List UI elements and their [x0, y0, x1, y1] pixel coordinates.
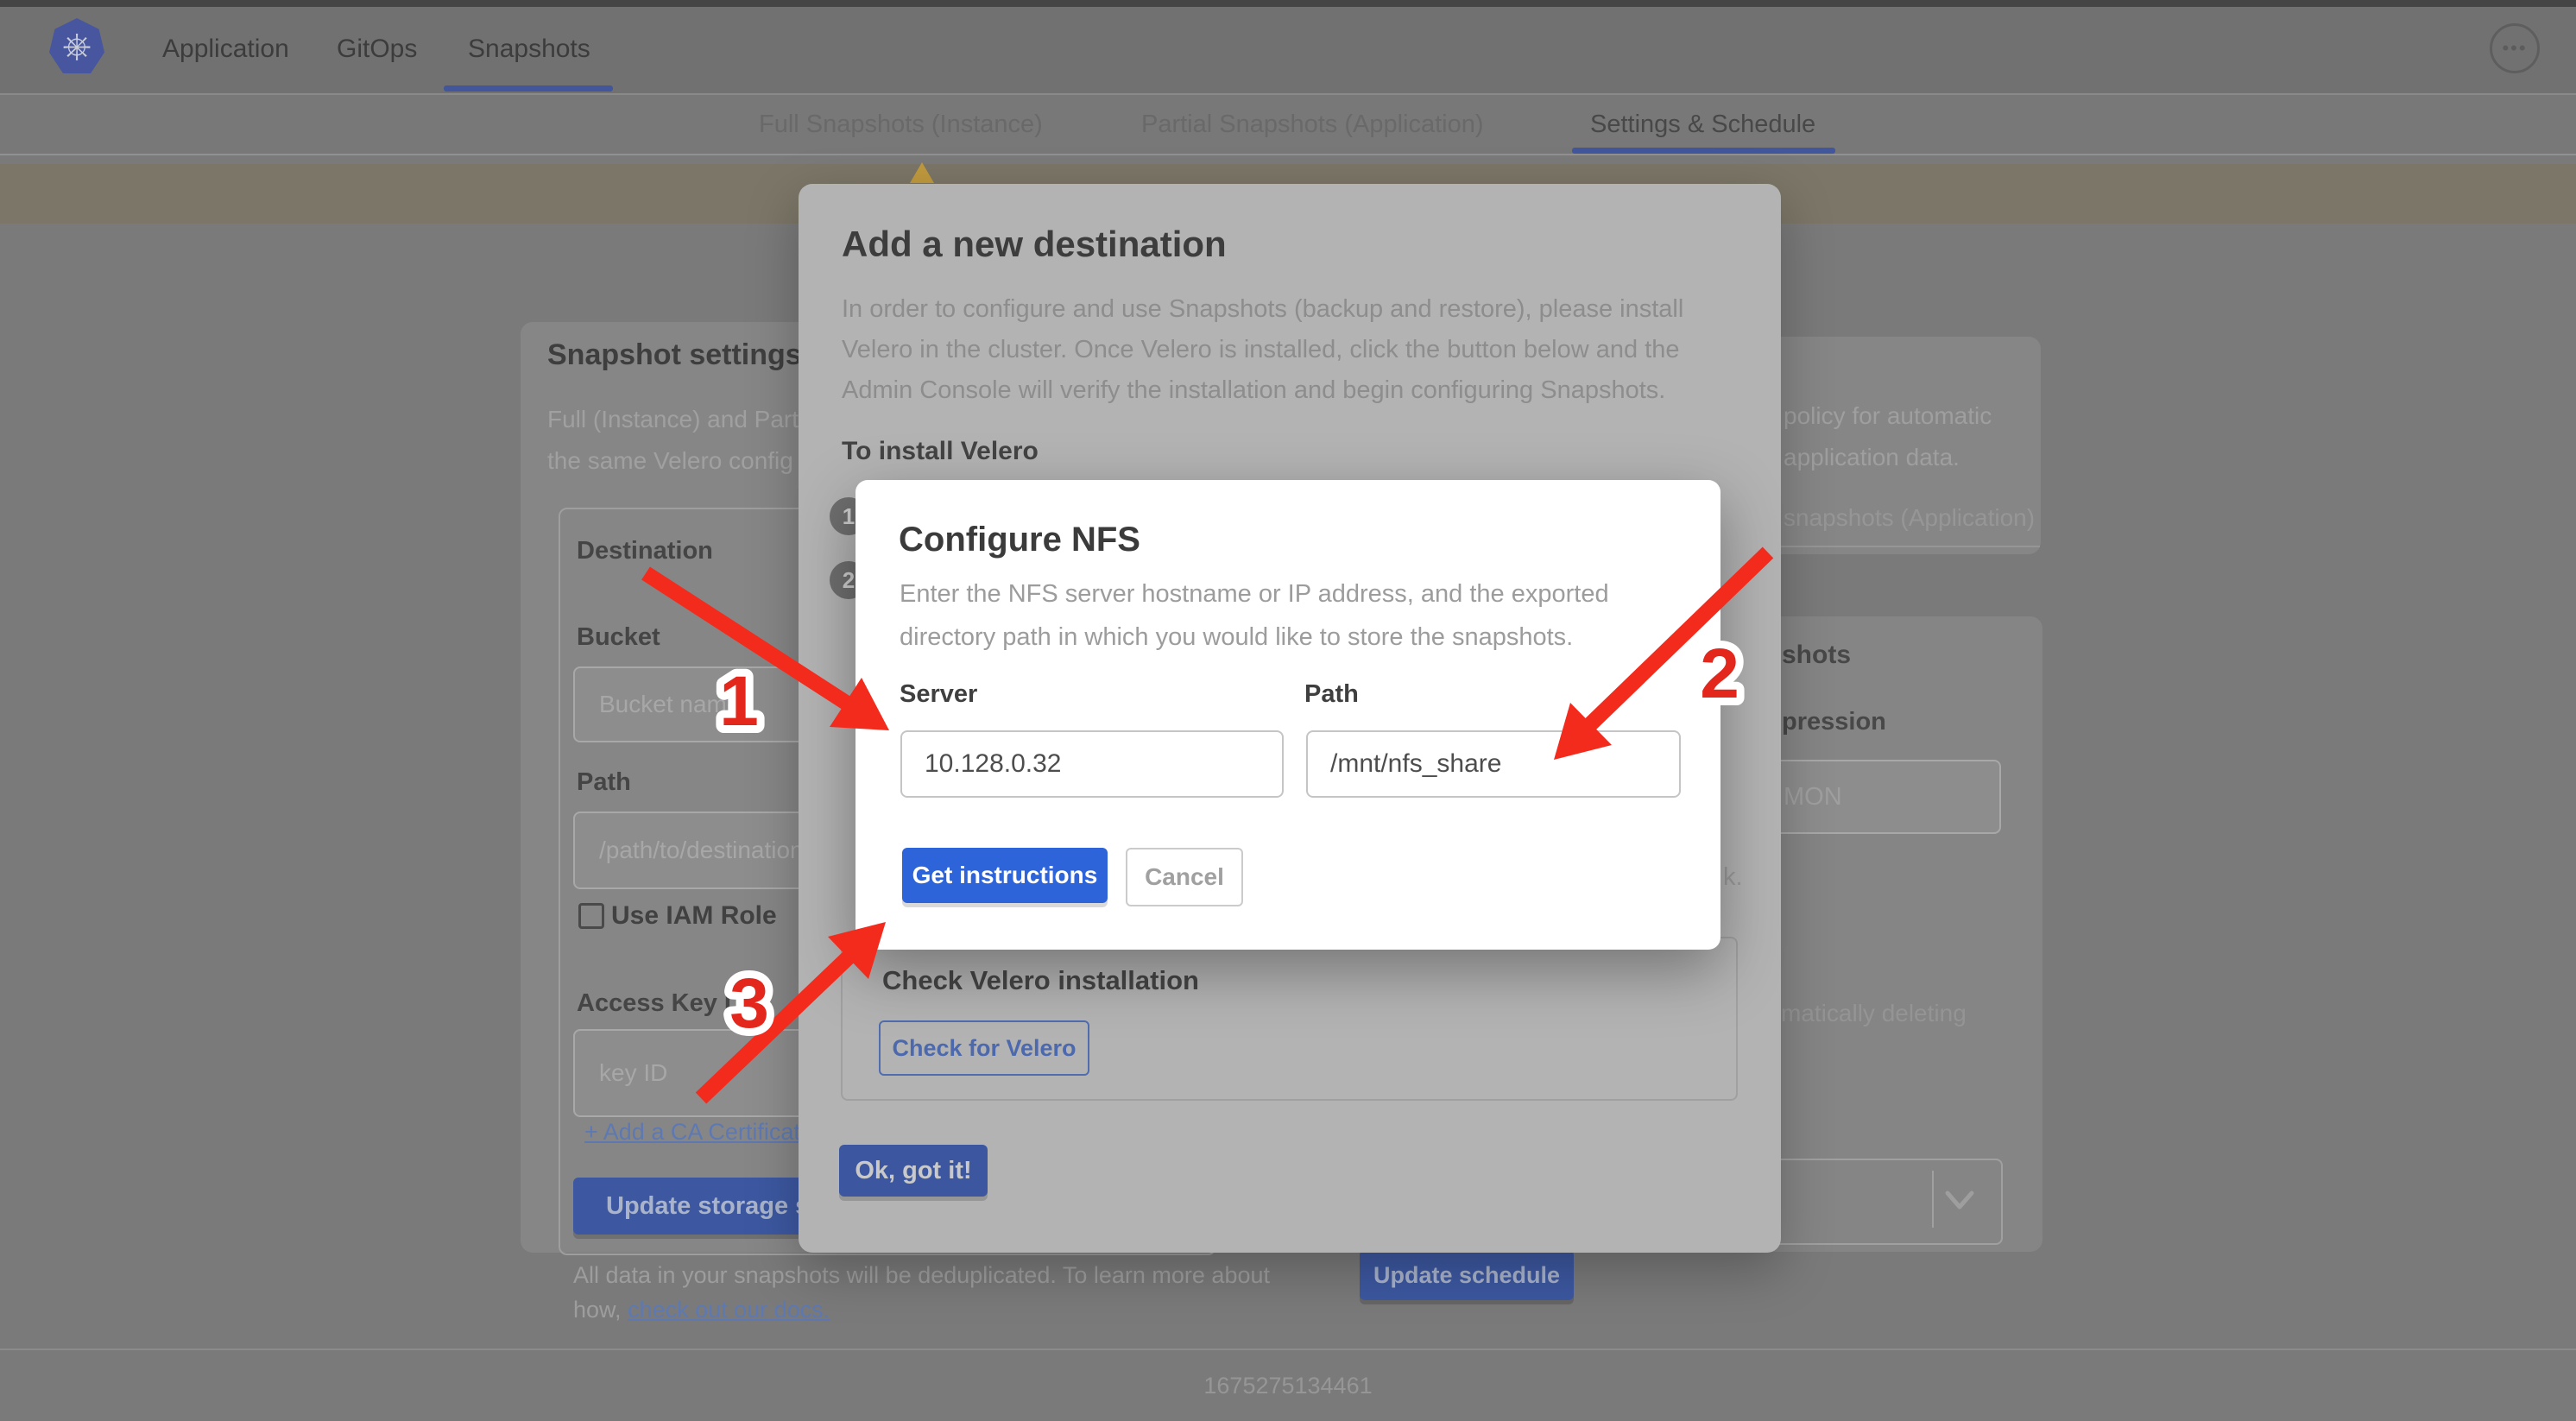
nfs-desc-line2: directory path in which you would like t… [900, 623, 1573, 652]
check-for-velero-button[interactable]: Check for Velero [879, 1020, 1089, 1076]
bucket-placeholder: Bucket name [599, 691, 740, 718]
subnav-tab-settings-schedule[interactable]: Settings & Schedule [1590, 111, 1815, 139]
nfs-path-input[interactable]: /mnt/nfs_share [1306, 730, 1681, 798]
schedule-info-fragment-1: policy for automatic [1784, 402, 1992, 430]
check-for-velero-label: Check for Velero [892, 1035, 1076, 1062]
nfs-path-label: Path [1304, 680, 1359, 709]
ellipsis-icon: ••• [2502, 37, 2527, 60]
subnav-tab-partial-snapshots[interactable]: Partial Snapshots (Application) [1141, 111, 1484, 139]
settings-desc-line2: the same Velero config [547, 447, 793, 475]
nfs-path-value: /mnt/nfs_share [1330, 749, 1501, 779]
to-install-velero-heading: To install Velero [842, 437, 1039, 466]
bucket-label: Bucket [577, 623, 660, 652]
add-destination-body-line3: Admin Console will verify the installati… [842, 376, 1665, 405]
destination-label: Destination [577, 537, 713, 565]
dest-path-label: Path [577, 768, 631, 797]
admin-console-page: ⎈ Application GitOps Snapshots ••• Full … [0, 0, 2576, 1421]
add-ca-certificate-link[interactable]: + Add a CA Certificate [584, 1119, 813, 1146]
ok-got-it-button[interactable]: Ok, got it! [839, 1145, 988, 1197]
nav-tab-gitops[interactable]: GitOps [337, 35, 417, 64]
schedule-info-fragment-2: application data. [1784, 444, 1960, 471]
subnav-tab-full-snapshots[interactable]: Full Snapshots (Instance) [759, 111, 1043, 139]
ok-got-it-label: Ok, got it! [855, 1157, 971, 1185]
warning-icon [910, 162, 934, 183]
footer-divider [0, 1348, 2576, 1350]
active-subtab-underline [1572, 148, 1835, 154]
occluded-text-fragment: k. [1723, 863, 1743, 892]
get-instructions-label: Get instructions [912, 862, 1098, 889]
cancel-button[interactable]: Cancel [1126, 848, 1243, 906]
nav-tab-snapshots[interactable]: Snapshots [468, 35, 590, 64]
update-schedule-label: Update schedule [1373, 1262, 1560, 1289]
schedule-tab-fragment[interactable]: snapshots (Application) [1784, 504, 2035, 532]
iam-role-label: Use IAM Role [611, 901, 777, 931]
dedup-note-prefix: how, [573, 1297, 628, 1323]
docs-link[interactable]: check out our docs. [628, 1297, 830, 1323]
dest-path-placeholder: /path/to/destination [599, 837, 804, 864]
active-tab-underline [444, 85, 613, 92]
cancel-label: Cancel [1145, 863, 1224, 891]
get-instructions-button[interactable]: Get instructions [902, 848, 1108, 903]
retention-note-fragment: matically deleting [1781, 1000, 1967, 1027]
nav-tab-application[interactable]: Application [162, 35, 289, 64]
nfs-server-value: 10.128.0.32 [925, 749, 1061, 779]
add-destination-title: Add a new destination [842, 224, 1227, 265]
nfs-server-label: Server [900, 680, 977, 709]
chevron-down-icon [1941, 1184, 1979, 1216]
schedule-tab-underline [1781, 546, 2040, 547]
update-schedule-button[interactable]: Update schedule [1360, 1250, 1574, 1300]
cron-expression-label-fragment: pression [1782, 708, 1886, 736]
nfs-server-input[interactable]: 10.128.0.32 [900, 730, 1284, 798]
nfs-desc-line1: Enter the NFS server hostname or IP addr… [900, 580, 1609, 609]
cron-expression-value-fragment: MON [1784, 783, 1842, 812]
select-divider [1932, 1171, 1934, 1228]
settings-desc-line1: Full (Instance) and Part [547, 406, 799, 433]
window-top-strip [0, 0, 2576, 7]
snapshots-heading-fragment: shots [1782, 641, 1851, 670]
check-velero-title: Check Velero installation [882, 965, 1199, 996]
snapshot-settings-title: Snapshot settings [547, 338, 802, 372]
configure-nfs-title: Configure NFS [899, 521, 1140, 559]
dedup-note-line1: All data in your snapshots will be dedup… [573, 1262, 1270, 1289]
footer-timestamp: 1675275134461 [1115, 1373, 1461, 1399]
dedup-note-line2: how, check out our docs. [573, 1297, 830, 1323]
overflow-menu-button[interactable]: ••• [2490, 23, 2540, 73]
add-destination-body-line2: Velero in the cluster. Once Velero is in… [842, 336, 1679, 364]
access-key-placeholder: key ID [599, 1059, 667, 1087]
check-velero-section [841, 937, 1738, 1101]
add-destination-body-line1: In order to configure and use Snapshots … [842, 295, 1683, 324]
iam-role-checkbox[interactable] [578, 903, 604, 929]
access-key-label: Access Key I [577, 989, 731, 1018]
